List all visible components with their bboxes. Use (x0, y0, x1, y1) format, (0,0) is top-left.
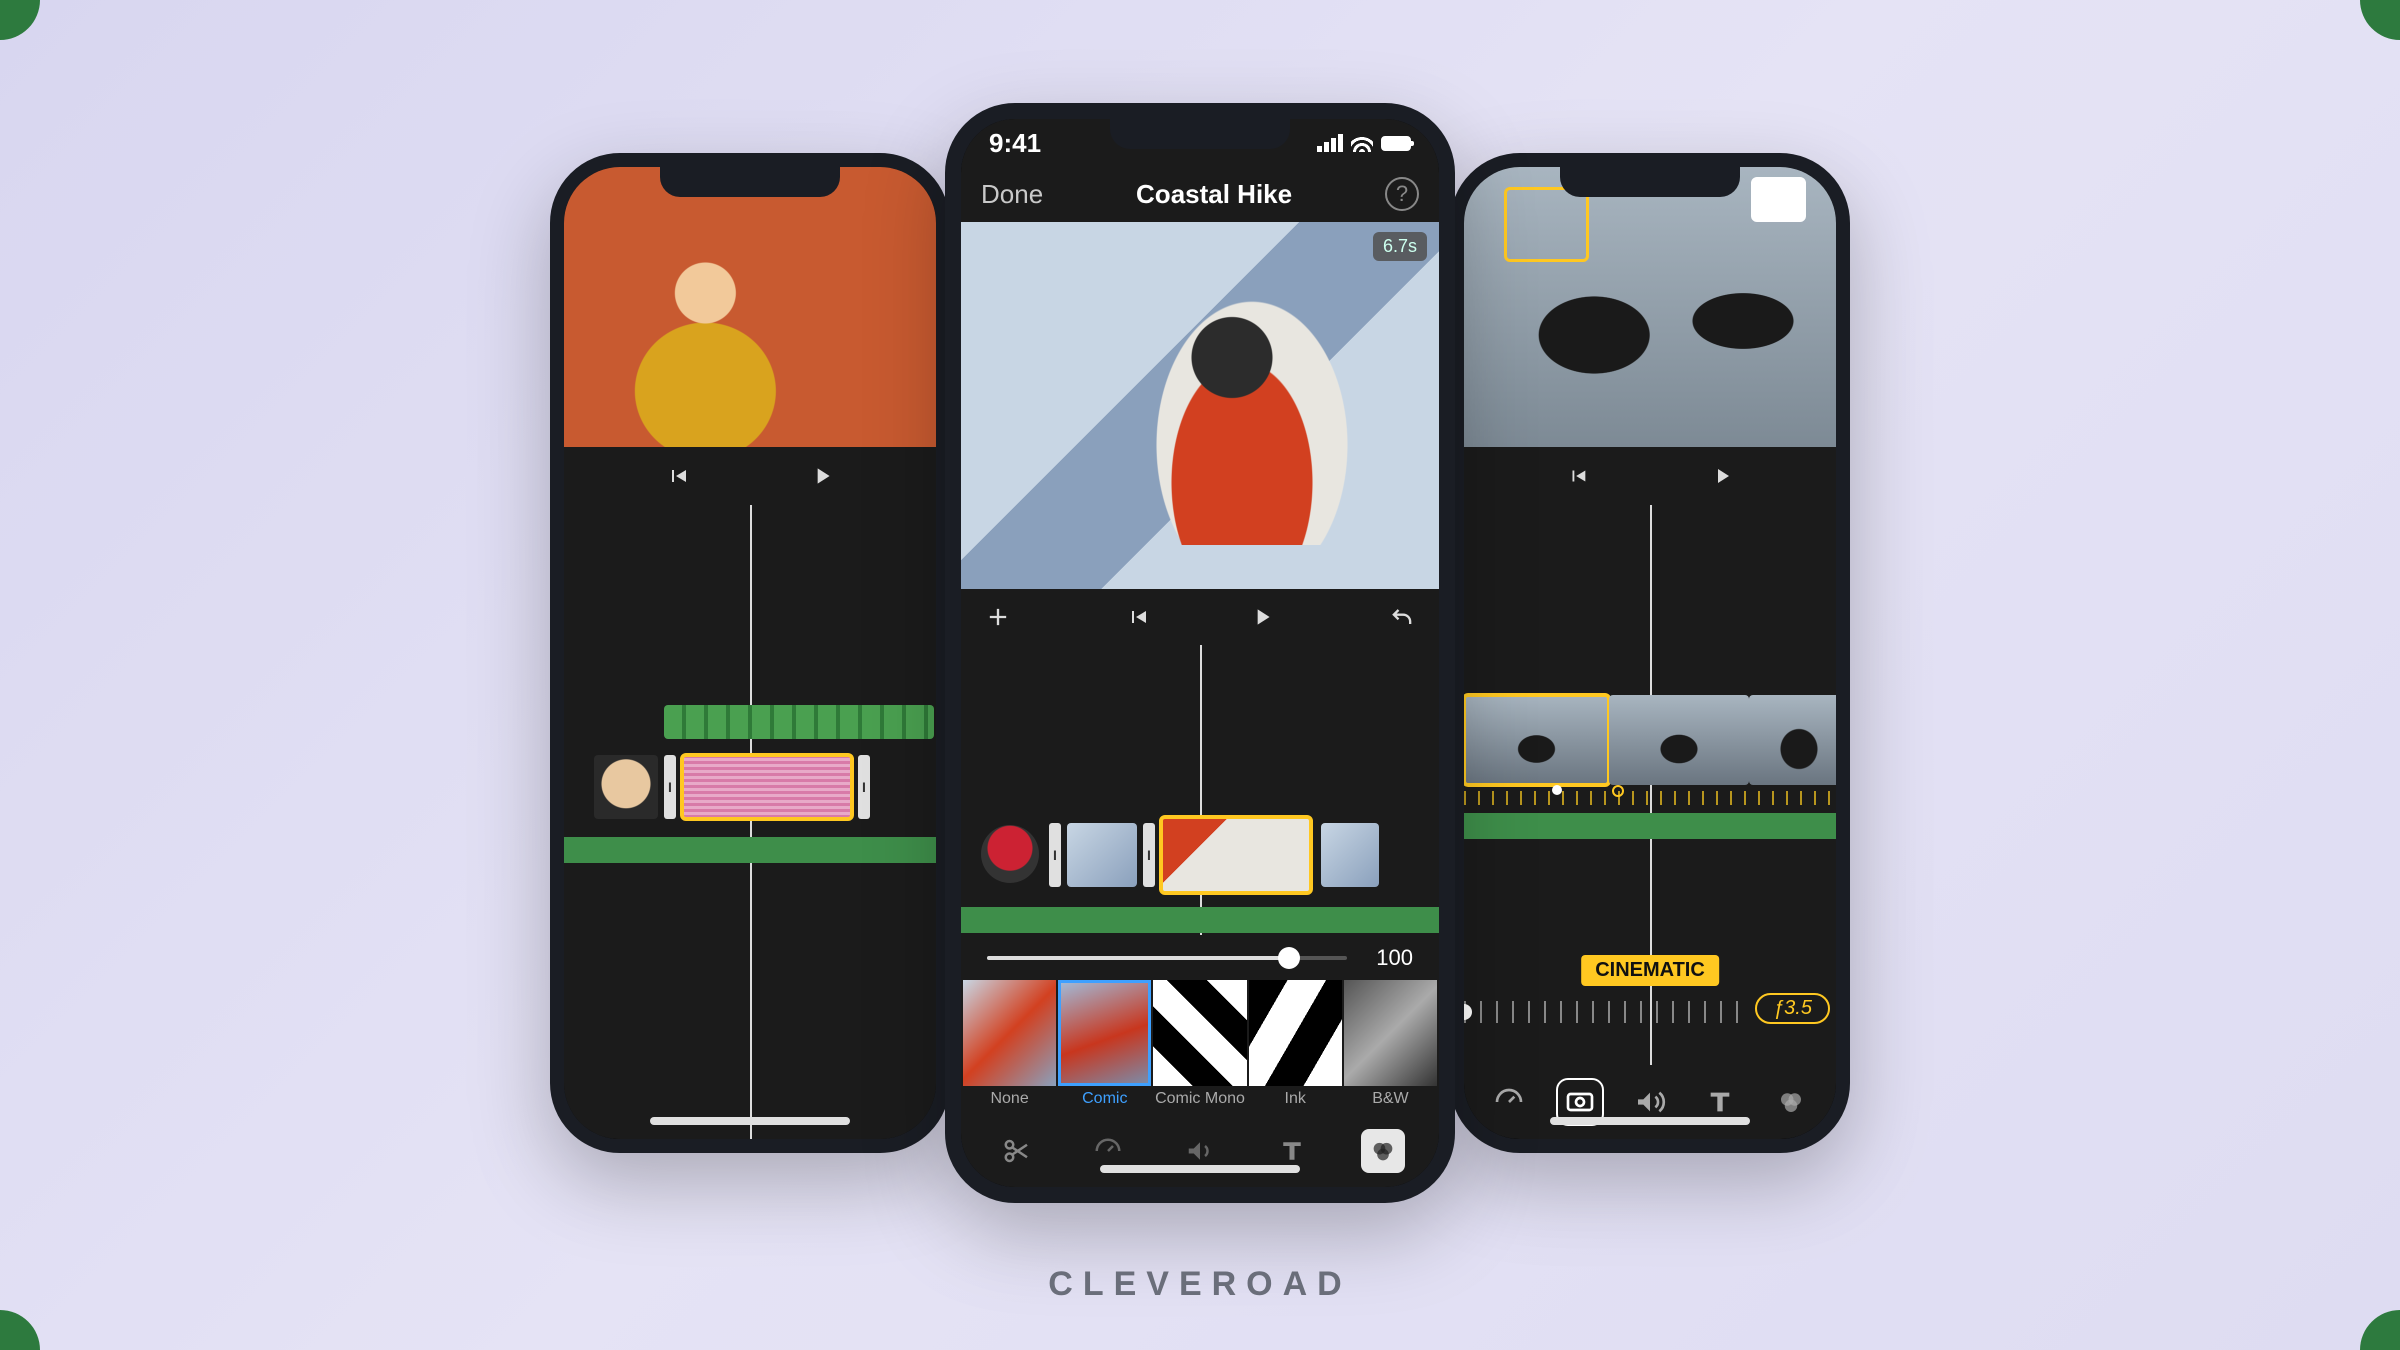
video-preview[interactable]: 6.7s (961, 222, 1439, 590)
timeline[interactable]: I I (961, 645, 1439, 935)
aperture-ruler[interactable] (1464, 1001, 1746, 1023)
filter-strip: None Comic Comic Mono Ink B&W (961, 980, 1439, 1115)
clip-selected[interactable] (1161, 817, 1311, 893)
filter-comic[interactable]: Comic (1058, 980, 1151, 1115)
status-time: 9:41 (989, 128, 1041, 159)
video-preview[interactable] (564, 167, 936, 447)
status-icons (1317, 134, 1411, 152)
skip-start-button[interactable] (1561, 459, 1595, 493)
filter-intensity-row: 100 (961, 935, 1439, 980)
duration-badge: 6.7s (1373, 232, 1427, 261)
clip-2[interactable] (1609, 695, 1749, 785)
filter-bw[interactable]: B&W (1344, 980, 1437, 1115)
filter-label: B&W (1372, 1090, 1408, 1108)
trim-handle-right[interactable]: I (858, 755, 870, 819)
clip-a[interactable] (1067, 823, 1137, 887)
notch (660, 167, 840, 197)
aperture-knob[interactable] (1456, 1004, 1472, 1020)
home-indicator (1100, 1165, 1300, 1173)
audio-track[interactable] (564, 837, 936, 863)
filter-label: None (990, 1090, 1028, 1108)
trim-handle[interactable]: I (1143, 823, 1155, 887)
skip-start-button[interactable] (1121, 600, 1155, 634)
focus-box-primary[interactable] (1504, 187, 1589, 262)
clip-overlay[interactable] (664, 705, 934, 739)
transport-bar (961, 589, 1439, 645)
audio-track[interactable] (1464, 813, 1836, 839)
intensity-value: 100 (1365, 945, 1413, 971)
title-bar: Done Coastal Hike ? (961, 167, 1439, 221)
play-button[interactable] (1245, 600, 1279, 634)
slider-knob[interactable] (1278, 947, 1300, 969)
notch (1110, 119, 1290, 149)
cinematic-badge: CINEMATIC (1581, 955, 1719, 986)
filter-thumb (1344, 980, 1437, 1086)
help-button[interactable]: ? (1385, 177, 1419, 211)
filter-thumb (1058, 980, 1151, 1086)
transport-bar (1464, 447, 1836, 505)
bottom-toolbar (1464, 1065, 1836, 1139)
audio-track[interactable] (961, 907, 1439, 933)
trim-handle[interactable]: I (1049, 823, 1061, 887)
play-button[interactable] (805, 459, 839, 493)
wifi-icon (1351, 134, 1373, 152)
clip-1[interactable] (1464, 695, 1609, 785)
filter-thumb (963, 980, 1056, 1086)
filter-comic-mono[interactable]: Comic Mono (1153, 980, 1246, 1115)
project-title: Coastal Hike (1136, 179, 1292, 210)
phone-right: CINEMATIC ƒ3.5 (1450, 153, 1850, 1153)
trim-handle-left[interactable]: I (664, 755, 676, 819)
clip-3[interactable] (1749, 695, 1849, 785)
focus-track[interactable] (1464, 791, 1836, 805)
keyframe-dot[interactable] (1552, 785, 1562, 795)
transport-bar (564, 447, 936, 505)
video-preview[interactable] (1464, 167, 1836, 447)
filter-ink[interactable]: Ink (1249, 980, 1342, 1115)
home-indicator (1550, 1117, 1750, 1125)
clip-b[interactable] (1321, 823, 1379, 887)
clip-audio-blob[interactable] (981, 825, 1039, 883)
battery-icon (1381, 136, 1411, 151)
split-tool[interactable] (995, 1129, 1039, 1173)
filter-thumb (1153, 980, 1246, 1086)
filter-thumb (1249, 980, 1342, 1086)
filter-label: Ink (1285, 1090, 1306, 1108)
intensity-slider[interactable] (987, 956, 1347, 960)
skip-start-button[interactable] (661, 459, 695, 493)
notch (1560, 167, 1740, 197)
add-media-button[interactable] (981, 600, 1015, 634)
timeline[interactable]: I I (564, 505, 936, 1139)
filter-label: Comic Mono (1155, 1090, 1245, 1108)
timeline[interactable]: CINEMATIC ƒ3.5 (1464, 505, 1836, 1065)
done-button[interactable]: Done (981, 179, 1043, 210)
filters-tool[interactable] (1769, 1080, 1813, 1124)
filter-label: Comic (1082, 1090, 1127, 1108)
signal-icon (1317, 134, 1343, 152)
clip-face[interactable] (594, 755, 658, 819)
filters-tool[interactable] (1361, 1129, 1405, 1173)
clip-selected[interactable] (682, 755, 852, 819)
phone-center: 9:41 Done Coastal Hike ? 6.7s (945, 103, 1455, 1203)
brand-watermark: CLEVEROAD (1048, 1265, 1351, 1304)
f-stop-badge: ƒ3.5 (1755, 993, 1830, 1024)
play-button[interactable] (1705, 459, 1739, 493)
keyframe-ring[interactable] (1612, 785, 1624, 797)
focus-box-secondary[interactable] (1751, 177, 1806, 222)
home-indicator (650, 1117, 850, 1125)
bottom-toolbar (961, 1115, 1439, 1187)
phone-left: I I (550, 153, 950, 1153)
playhead[interactable] (750, 505, 752, 1139)
speed-tool[interactable] (1487, 1080, 1531, 1124)
undo-button[interactable] (1385, 600, 1419, 634)
filter-none[interactable]: None (963, 980, 1056, 1115)
